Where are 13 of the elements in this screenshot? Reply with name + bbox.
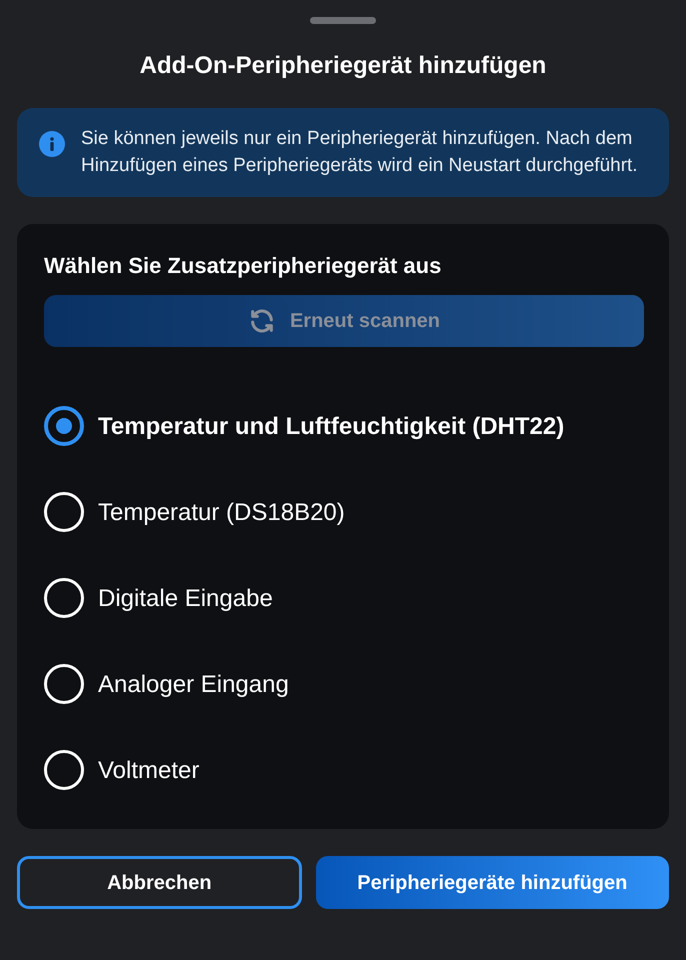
info-icon [39,131,65,157]
option-label: Digitale Eingabe [98,584,273,614]
radio-button[interactable] [44,406,84,446]
option-label: Temperatur und Luftfeuchtigkeit (DHT22) [98,412,564,442]
option-label: Analoger Eingang [98,670,289,700]
option-label: Temperatur (DS18B20) [98,498,345,528]
add-button[interactable]: Peripheriegeräte hinzufügen [316,856,669,909]
info-text: Sie können jeweils nur ein Peripheriegerät hinzufügen. Nach dem Hinzufügen eines Peripheriegeräts wird ein Neustart durchgeführt. [81,127,639,178]
drag-handle[interactable] [310,17,376,24]
dialog-title: Add-On-Peripheriegerät hinzufügen [140,51,546,81]
cancel-button[interactable]: Abbrechen [17,856,302,909]
card-heading: Wählen Sie Zusatzperipheriegerät aus [44,252,442,280]
option-label: Voltmeter [98,756,200,786]
